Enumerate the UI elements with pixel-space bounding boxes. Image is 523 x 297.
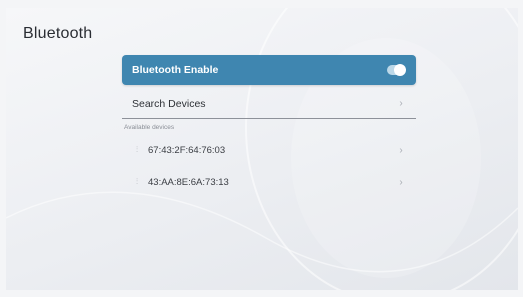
chevron-right-icon: › — [399, 176, 403, 188]
device-icon: ⫶ — [136, 177, 138, 186]
bluetooth-enable-label: Bluetooth Enable — [132, 64, 219, 76]
page-title: Bluetooth — [23, 25, 93, 42]
chevron-right-icon: › — [399, 98, 403, 109]
settings-screen: Bluetooth Bluetooth Enable Search Device… — [6, 8, 518, 290]
device-row[interactable]: ⫶ 43:AA:8E:6A:73:13 › — [122, 167, 416, 197]
device-address: 43:AA:8E:6A:73:13 — [148, 176, 229, 188]
device-icon: ⫶ — [136, 145, 138, 154]
search-devices-row[interactable]: Search Devices › — [122, 89, 416, 119]
bluetooth-toggle[interactable] — [387, 64, 406, 76]
bluetooth-panel: Bluetooth Enable Search Devices › Availa… — [122, 55, 416, 197]
toggle-knob — [394, 64, 406, 76]
bluetooth-enable-row[interactable]: Bluetooth Enable — [122, 55, 416, 85]
device-address: 67:43:2F:64:76:03 — [148, 144, 226, 156]
device-row[interactable]: ⫶ 67:43:2F:64:76:03 › — [122, 135, 416, 165]
search-devices-label: Search Devices — [132, 97, 206, 110]
chevron-right-icon: › — [399, 144, 403, 156]
available-devices-header: Available devices — [124, 124, 175, 131]
